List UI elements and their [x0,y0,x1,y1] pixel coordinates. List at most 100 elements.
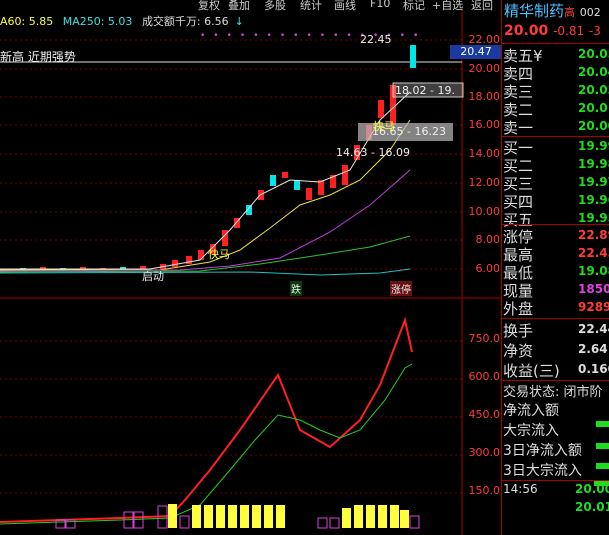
stats-value: 22.89 [578,228,609,242]
price-tick: 12.00 [468,176,501,189]
candle [172,260,178,267]
ma-legend: A60: 5.85 MA250: 5.03 成交额千万: 6.56 ↓ [0,13,250,29]
indicator-green-line [0,363,413,525]
price-tick: 22.00 [468,33,501,46]
toolbar-f10[interactable]: F10 [370,0,390,10]
toolbar-biaoji[interactable]: 标记 [403,0,425,13]
ma250-label: MA250: 5.03 [62,15,133,28]
box1-annotation: 18.02 - 19. [395,84,455,97]
volume-bar [329,517,340,529]
candle [294,180,300,190]
die-tag: 跌 [290,281,302,296]
price-tick: 6.00 [475,262,501,275]
asks-value: 20.04 [578,65,609,79]
volume-label: 成交额千万: 6.56 [141,15,229,28]
flow-bar [596,421,609,427]
candle [306,188,312,200]
stats-value: 928955 [578,300,609,314]
kuaima-label-2: 快马 [208,248,230,261]
volume-bar [192,505,201,528]
flow-label: 3日净流入额 [503,443,582,459]
volume-bar [55,519,66,529]
asks-value: 20.00 [578,119,609,133]
volume-bar [240,505,249,528]
candle [410,45,416,68]
bids-value: 19.95 [578,211,609,225]
volume-bar [342,508,351,528]
indicator-tick: 150.0 [468,484,501,497]
dot-marker-row: ••••••••••••••••• [200,31,427,41]
volume-bar [216,505,225,528]
volume-bar [228,505,237,528]
flow-label: 3日大宗流入 [503,463,582,479]
candle [342,165,348,185]
indicator-axis: 750.0 600.0 450.0 300.0 150.0 [462,298,501,535]
flow-label: 净流入额 [503,403,559,419]
volume-bar [264,505,273,528]
down-arrow-icon: ↓ [234,15,244,28]
asks-label: 卖一 [503,119,534,137]
candle [270,175,276,186]
indicator-red-line [0,316,413,523]
indicator-tick: 600.0 [468,370,501,383]
toolbar-zixuan[interactable]: +自选 [432,0,463,13]
indicator-tick: 750.0 [468,332,501,345]
kuaima-label-1: 快马 [373,120,395,133]
qidong-label: 启动 [142,270,164,283]
bids-value: 19.96 [578,193,609,207]
volume-bar [400,510,409,528]
extra-value: 2.64 [578,342,608,356]
tick-price: 20.01 [575,500,609,514]
extra-label: 净资 [503,342,534,360]
volume-bar [354,505,363,528]
box3-annotation: 14.63 - 16.09 [336,146,410,159]
extra-label: 换手 [503,322,534,340]
volume-bar [378,505,387,528]
candle [378,100,384,118]
ma-line-yellow [0,119,411,271]
bids-value: 19.98 [578,157,609,171]
price-axis: 22.00 20.00 18.00 16.00 14.00 12.00 10.0… [462,0,501,298]
toolbar-fuquan[interactable]: 复权 [198,0,220,13]
new-high-annotation: 新高 近期强势 [0,50,76,64]
price-tick: 16.00 [468,118,501,131]
extra-value: 22.44% [578,322,609,336]
volume-bar [317,517,328,529]
price-tick: 20.00 [468,62,501,75]
tick-price: 20.00 [575,482,609,496]
stats-value: 18507 [578,282,609,296]
trade-status: 交易状态: 闭市阶 [503,385,603,400]
price-tick: 14.00 [468,147,501,160]
flow-label: 大宗流入 [503,423,559,439]
toolbar-diejia[interactable]: 叠加 [228,0,250,13]
indicator-tick: 300.0 [468,446,501,459]
volume-bar [179,515,190,529]
toolbar-duogu[interactable]: 多股 [264,0,286,13]
main-chart-area[interactable] [0,0,501,535]
asks-value: 20.01 [578,101,609,115]
bids-value: 19.97 [578,175,609,189]
bids-value: 19.99 [578,139,609,153]
stats-label: 外盘 [503,300,534,318]
ma-line-green [0,235,411,273]
volume-bar [409,515,420,529]
tick-time: 14:56 [503,482,538,496]
stats-value: 19.08 [578,264,609,278]
ma-line-white [0,91,411,270]
indicator-tick: 450.0 [468,408,501,421]
volume-bar [252,505,261,528]
volume-bar [168,504,177,528]
volume-bar [390,505,399,528]
volume-bar [133,511,144,529]
stats-value: 22.45 [578,246,609,260]
price-tick: 8.00 [475,233,501,246]
asks-value: 20.05 [578,47,609,61]
stock-name[interactable]: 精华制药高 002 [504,0,601,21]
zhangting-tag: 涨停 [390,281,412,296]
volume-bar [366,505,375,528]
price-tick: 18.00 [468,90,501,103]
toolbar-tongji[interactable]: 统计 [300,0,322,13]
volume-bar [204,505,213,528]
volume-bar [276,505,285,528]
toolbar-huaxian[interactable]: 画线 [334,0,356,13]
